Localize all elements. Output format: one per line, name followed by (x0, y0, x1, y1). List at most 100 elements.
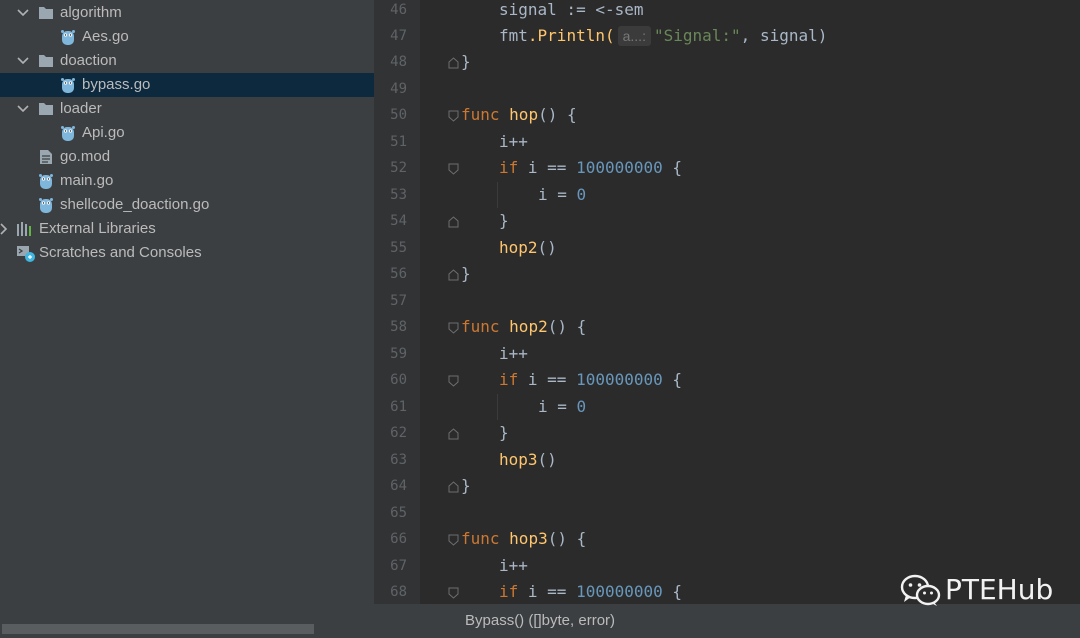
tree-item-label: go.mod (60, 148, 111, 165)
code-text: if i == 100000000 { (499, 370, 683, 389)
code-editor[interactable]: 46 signal := <-sem 47 fmt.Println(a...: "… (374, 0, 1080, 604)
fold-start-icon[interactable] (448, 109, 459, 122)
code-line[interactable]: 54 } (374, 208, 1080, 234)
code-line[interactable]: 66 func hop3() { (374, 526, 1080, 552)
line-number: 58 (390, 319, 407, 335)
code-text: i = 0 (538, 185, 587, 204)
code-line[interactable]: 57 (374, 288, 1080, 314)
chevron-down-icon[interactable] (16, 97, 30, 121)
parameter-hint: a...: (617, 26, 651, 46)
code-line[interactable]: 61 i = 0 (374, 394, 1080, 420)
fold-start-icon[interactable] (448, 533, 459, 546)
code-text: if i == 100000000 { (499, 582, 683, 601)
code-line[interactable]: 49 (374, 76, 1080, 102)
chevron-down-icon[interactable] (16, 49, 30, 73)
code-line[interactable]: 46 signal := <-sem (374, 0, 1080, 23)
tree-item-bypass-go[interactable]: bypass.go (0, 73, 374, 97)
line-number: 63 (390, 452, 407, 468)
watermark-text: PTEHub (945, 573, 1054, 606)
tree-item-label: main.go (60, 172, 114, 189)
code-text: } (499, 423, 509, 442)
fold-start-icon[interactable] (448, 586, 459, 599)
line-number: 51 (390, 134, 407, 150)
gopher-file-icon (39, 197, 55, 213)
code-text: func hop2() { (461, 317, 587, 336)
code-line[interactable]: 58 func hop2() { (374, 314, 1080, 340)
tree-item-aes-go[interactable]: Aes.go (0, 25, 374, 49)
wechat-icon (900, 574, 941, 606)
tree-item-label: doaction (60, 52, 117, 69)
code-line[interactable]: 63 hop3() (374, 447, 1080, 473)
scratches-icon (16, 245, 35, 262)
tree-item-algorithm[interactable]: algorithm (0, 1, 374, 25)
code-text: i = 0 (538, 397, 587, 416)
line-number: 50 (390, 107, 407, 123)
chevron-down-icon[interactable] (16, 1, 30, 25)
folder-icon (38, 53, 54, 69)
code-line[interactable]: 47 fmt.Println(a...: "Signal:", signal) (374, 23, 1080, 49)
fold-end-icon[interactable] (448, 215, 459, 228)
code-text: signal := <-sem (499, 0, 644, 19)
tree-item-main-go[interactable]: main.go (0, 169, 374, 193)
code-line[interactable]: 55 hop2() (374, 235, 1080, 261)
line-number: 66 (390, 531, 407, 547)
code-text: } (461, 52, 471, 71)
tree-item-external-libraries[interactable]: External Libraries (0, 217, 374, 241)
scrollbar-thumb[interactable] (2, 624, 314, 634)
code-line[interactable]: 51 i++ (374, 129, 1080, 155)
breadcrumb[interactable]: Bypass() ([]byte, error) (374, 604, 1080, 638)
libraries-icon (16, 221, 32, 237)
fold-start-icon[interactable] (448, 162, 459, 175)
code-text: i++ (499, 344, 528, 363)
fold-end-icon[interactable] (448, 56, 459, 69)
code-line[interactable]: 50 func hop() { (374, 102, 1080, 128)
code-text: hop3() (499, 450, 557, 469)
code-line[interactable]: 64 } (374, 473, 1080, 499)
code-line[interactable]: 53 i = 0 (374, 182, 1080, 208)
line-number: 61 (390, 399, 407, 415)
chevron-right-icon[interactable] (0, 217, 14, 241)
tree-item-label: bypass.go (82, 76, 151, 93)
line-number: 59 (390, 346, 407, 362)
line-number: 55 (390, 240, 407, 256)
code-text: func hop3() { (461, 529, 587, 548)
tree-item-doaction[interactable]: doaction (0, 49, 374, 73)
tree-item-api-go[interactable]: Api.go (0, 121, 374, 145)
code-text: } (499, 211, 509, 230)
line-number: 49 (390, 81, 407, 97)
line-number: 56 (390, 266, 407, 282)
code-line[interactable]: 56 } (374, 261, 1080, 287)
fold-start-icon[interactable] (448, 374, 459, 387)
code-line[interactable]: 65 (374, 500, 1080, 526)
tree-item-label: Scratches and Consoles (39, 244, 202, 261)
mod-file-icon (39, 149, 55, 165)
tree-item-scratches-consoles[interactable]: Scratches and Consoles (0, 241, 374, 265)
tree-item-label: shellcode_doaction.go (60, 196, 210, 213)
code-line[interactable]: 52 if i == 100000000 { (374, 155, 1080, 181)
fold-end-icon[interactable] (448, 427, 459, 440)
gopher-file-icon (61, 77, 77, 93)
line-number: 48 (390, 54, 407, 70)
code-text: if i == 100000000 { (499, 158, 683, 177)
line-number: 65 (390, 505, 407, 521)
line-number: 46 (390, 2, 407, 18)
code-line[interactable]: 62 } (374, 420, 1080, 446)
horizontal-scrollbar[interactable] (0, 624, 374, 638)
fold-end-icon[interactable] (448, 268, 459, 281)
tree-item-go-mod[interactable]: go.mod (0, 145, 374, 169)
tree-item-label: loader (60, 100, 102, 117)
code-line[interactable]: 48 } (374, 49, 1080, 75)
code-text: i++ (499, 556, 528, 575)
folder-icon (38, 5, 54, 21)
line-number: 67 (390, 558, 407, 574)
tree-item-shellcode-doaction-go[interactable]: shellcode_doaction.go (0, 193, 374, 217)
breadcrumb-item[interactable]: Bypass() ([]byte, error) (465, 604, 615, 638)
fold-end-icon[interactable] (448, 480, 459, 493)
tree-item-loader[interactable]: loader (0, 97, 374, 121)
code-text: func hop() { (461, 105, 577, 124)
code-line[interactable]: 59 i++ (374, 341, 1080, 367)
code-line[interactable]: 60 if i == 100000000 { (374, 367, 1080, 393)
code-text: fmt.Println(a...: "Signal:", signal) (499, 26, 828, 46)
fold-start-icon[interactable] (448, 321, 459, 334)
tree-item-label: Aes.go (82, 28, 129, 45)
